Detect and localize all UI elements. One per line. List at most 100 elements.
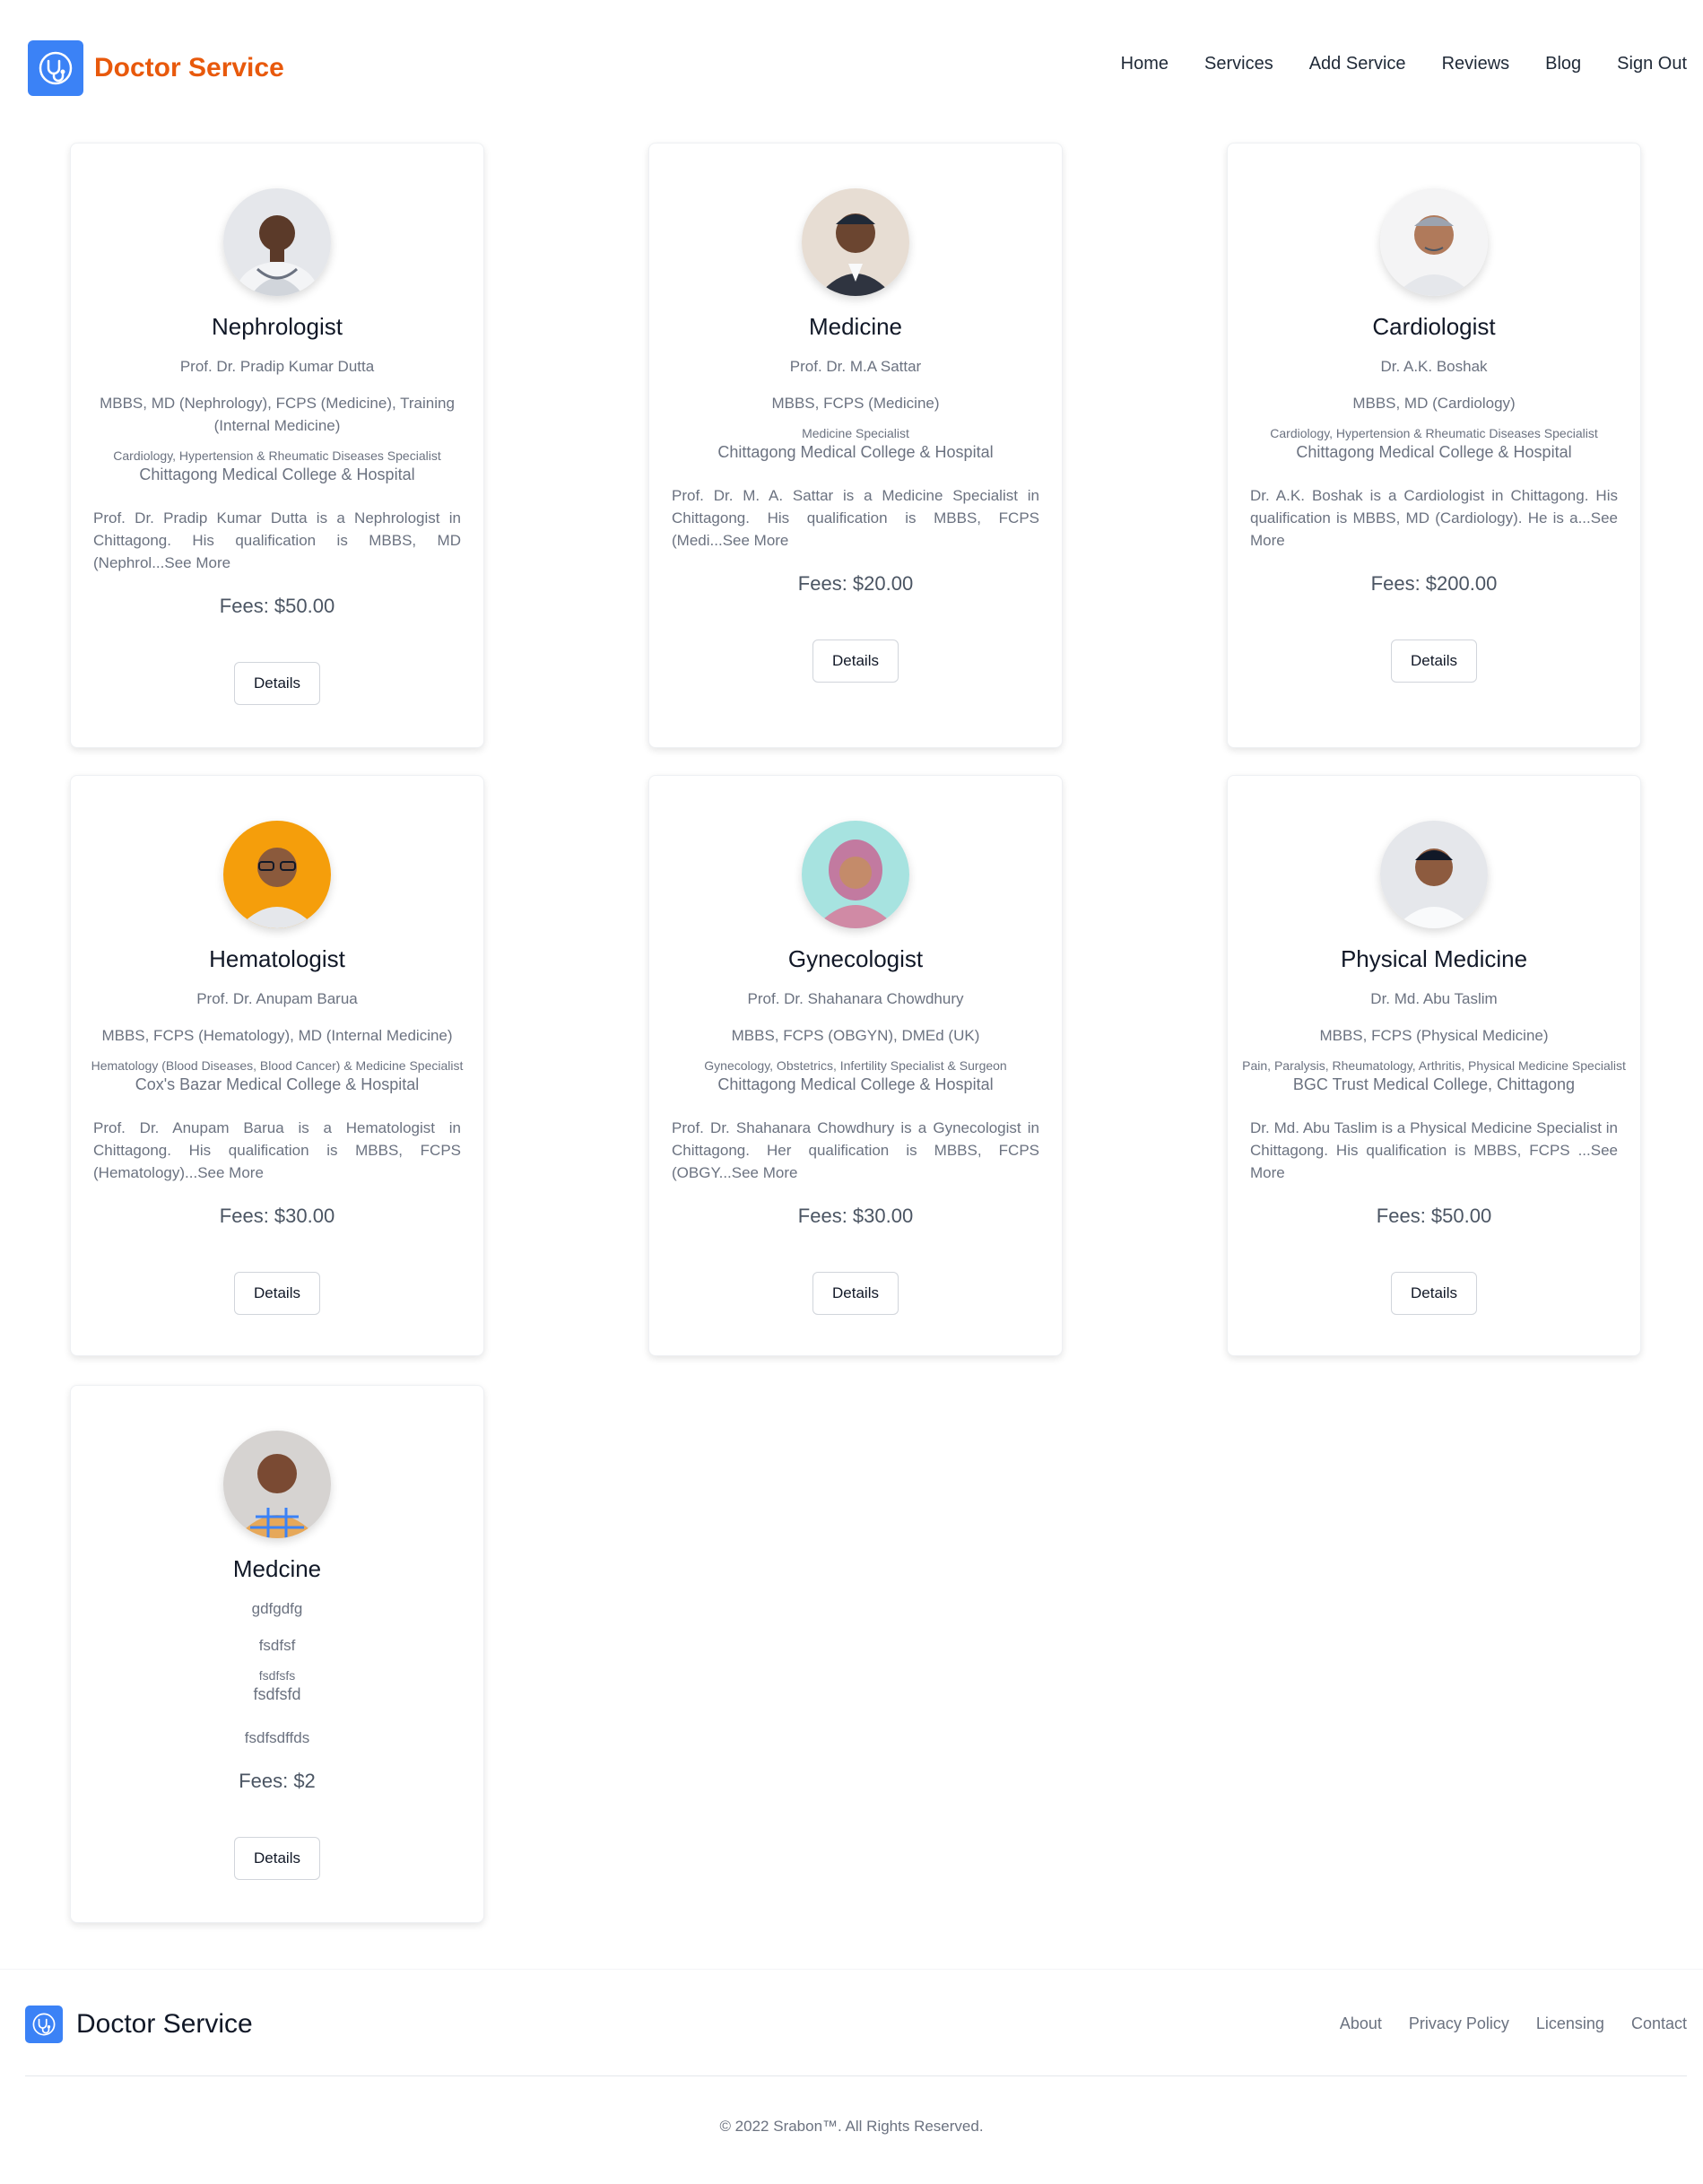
- nav-reviews[interactable]: Reviews: [1442, 54, 1510, 74]
- footer-link-contact[interactable]: Contact: [1631, 2014, 1687, 2033]
- fees: Fees: $50.00: [219, 595, 335, 617]
- stethoscope-logo-icon: [25, 2006, 63, 2043]
- card-title: Medcine: [232, 1555, 322, 1582]
- card-title: Cardiologist: [1372, 313, 1496, 340]
- doctor-avatar: [802, 188, 909, 296]
- doctor-degree: MBBS, FCPS (Medicine): [771, 395, 940, 412]
- doctor-name: Dr. Md. Abu Taslim: [1370, 990, 1498, 1007]
- see-more-link[interactable]: See More: [732, 1164, 798, 1181]
- description-text: Prof. Dr. Shahanara Chowdhury is a Gynec…: [672, 1119, 1039, 1181]
- doctor-degree: MBBS, MD (Nephrology), FCPS (Medicine), …: [100, 395, 455, 434]
- doctor-name: Prof. Dr. Pradip Kumar Dutta: [179, 358, 375, 375]
- see-more-link[interactable]: See More: [723, 532, 789, 549]
- footer-brand[interactable]: Doctor Service: [25, 2006, 253, 2043]
- doctor-specialty: Gynecology, Obstetrics, Infertility Spec…: [704, 1058, 1007, 1073]
- doctor-degree: MBBS, MD (Cardiology): [1352, 395, 1516, 412]
- see-more-link[interactable]: See More: [164, 554, 230, 571]
- doctor-specialty: fsdfsfs: [258, 1668, 296, 1683]
- service-card: Physical Medicine Dr. Md. Abu Taslim MBB…: [1227, 775, 1641, 1356]
- service-card: Nephrologist Prof. Dr. Pradip Kumar Dutt…: [70, 143, 484, 748]
- site-footer: Doctor Service About Privacy Policy Lice…: [0, 1969, 1703, 2184]
- nav-sign-out[interactable]: Sign Out: [1617, 54, 1687, 74]
- service-card: Hematologist Prof. Dr. Anupam Barua MBBS…: [70, 775, 484, 1356]
- hospital-name: Chittagong Medical College & Hospital: [139, 466, 415, 483]
- hospital-name: fsdfsfd: [253, 1685, 301, 1703]
- brand[interactable]: Doctor Service: [28, 40, 284, 96]
- fees: Fees: $30.00: [219, 1205, 335, 1227]
- doctor-avatar: [1380, 188, 1488, 296]
- hospital-name: Chittagong Medical College & Hospital: [717, 443, 994, 461]
- card-description: Dr. A.K. Boshak is a Cardiologist in Chi…: [1228, 484, 1640, 552]
- footer-link-about[interactable]: About: [1340, 2014, 1382, 2033]
- details-button[interactable]: Details: [234, 1837, 320, 1880]
- card-title: Medicine: [808, 313, 903, 340]
- service-card: Cardiologist Dr. A.K. Boshak MBBS, MD (C…: [1227, 143, 1641, 748]
- doctor-name: gdfgdfg: [251, 1600, 303, 1617]
- card-description: Prof. Dr. Pradip Kumar Dutta is a Nephro…: [71, 507, 483, 574]
- card-title: Gynecologist: [787, 945, 924, 972]
- card-title: Physical Medicine: [1340, 945, 1528, 972]
- fees: Fees: $200.00: [1370, 572, 1498, 595]
- description-text: fsdfsdffds: [244, 1729, 310, 1746]
- details-button[interactable]: Details: [1391, 640, 1477, 683]
- doctor-specialty: Cardiology, Hypertension & Rheumatic Dis…: [113, 448, 441, 463]
- hospital-name: Chittagong Medical College & Hospital: [717, 1075, 994, 1093]
- description-text: Dr. A.K. Boshak is a Cardiologist in Chi…: [1250, 487, 1618, 526]
- main-nav: Home Services Add Service Reviews Blog S…: [1121, 54, 1687, 74]
- doctor-avatar: [1380, 821, 1488, 928]
- card-title: Hematologist: [209, 945, 345, 972]
- card-description: Prof. Dr. M. A. Sattar is a Medicine Spe…: [649, 484, 1062, 552]
- doctor-avatar: [223, 188, 331, 296]
- footer-links: About Privacy Policy Licensing Contact: [1340, 2014, 1687, 2033]
- stethoscope-logo-icon: [28, 40, 83, 96]
- brand-name: Doctor Service: [94, 53, 284, 83]
- doctor-specialty: Cardiology, Hypertension & Rheumatic Dis…: [1270, 426, 1598, 440]
- site-header: Doctor Service Home Services Add Service…: [0, 0, 1703, 136]
- details-button[interactable]: Details: [234, 662, 320, 705]
- nav-blog[interactable]: Blog: [1545, 54, 1581, 74]
- doctor-degree: MBBS, FCPS (Hematology), MD (Internal Me…: [101, 1027, 453, 1044]
- doctor-specialty: Hematology (Blood Diseases, Blood Cancer…: [91, 1058, 464, 1073]
- doctor-name: Prof. Dr. M.A Sattar: [789, 358, 922, 375]
- fees: Fees: $50.00: [1376, 1205, 1492, 1227]
- footer-link-licensing[interactable]: Licensing: [1536, 2014, 1604, 2033]
- card-description: Prof. Dr. Anupam Barua is a Hematologist…: [71, 1117, 483, 1184]
- hospital-name: Cox's Bazar Medical College & Hospital: [135, 1075, 420, 1093]
- hospital-name: BGC Trust Medical College, Chittagong: [1292, 1075, 1576, 1093]
- description-text: Dr. Md. Abu Taslim is a Physical Medicin…: [1250, 1119, 1618, 1159]
- service-card: Medcine gdfgdfg fsdfsf fsdfsfs fsdfsfd f…: [70, 1385, 484, 1923]
- nav-home[interactable]: Home: [1121, 54, 1169, 74]
- fees: Fees: $20.00: [797, 572, 914, 595]
- fees: Fees: $2: [239, 1770, 316, 1792]
- doctor-degree: MBBS, FCPS (Physical Medicine): [1319, 1027, 1549, 1044]
- footer-link-privacy-policy[interactable]: Privacy Policy: [1409, 2014, 1509, 2033]
- nav-add-service[interactable]: Add Service: [1309, 54, 1406, 74]
- see-more-link[interactable]: See More: [197, 1164, 264, 1181]
- description-text: Prof. Dr. Anupam Barua is a Hematologist…: [93, 1119, 461, 1181]
- doctor-degree: fsdfsf: [258, 1637, 296, 1654]
- details-button[interactable]: Details: [234, 1272, 320, 1315]
- hospital-name: Chittagong Medical College & Hospital: [1296, 443, 1572, 461]
- doctor-name: Prof. Dr. Anupam Barua: [196, 990, 358, 1007]
- nav-services[interactable]: Services: [1204, 54, 1273, 74]
- fees: Fees: $30.00: [797, 1205, 914, 1227]
- doctor-name: Dr. A.K. Boshak: [1380, 358, 1488, 375]
- card-description: fsdfsdffds: [71, 1727, 483, 1749]
- doctor-degree: MBBS, FCPS (OBGYN), DMEd (UK): [731, 1027, 980, 1044]
- copyright: © 2022 Srabon™. All Rights Reserved.: [719, 2118, 984, 2135]
- card-description: Prof. Dr. Shahanara Chowdhury is a Gynec…: [649, 1117, 1062, 1184]
- doctor-specialty: Medicine Specialist: [802, 426, 909, 440]
- doctor-specialty: Pain, Paralysis, Rheumatology, Arthritis…: [1242, 1058, 1626, 1073]
- doctor-avatar: [223, 821, 331, 928]
- doctor-avatar: [223, 1431, 331, 1538]
- footer-brand-name: Doctor Service: [76, 2009, 253, 2039]
- details-button[interactable]: Details: [812, 640, 899, 683]
- details-button[interactable]: Details: [1391, 1272, 1477, 1315]
- details-button[interactable]: Details: [812, 1272, 899, 1315]
- footer-divider: [25, 2075, 1687, 2076]
- card-description: Dr. Md. Abu Taslim is a Physical Medicin…: [1228, 1117, 1640, 1184]
- card-title: Nephrologist: [212, 313, 343, 340]
- service-card: Gynecologist Prof. Dr. Shahanara Chowdhu…: [648, 775, 1063, 1356]
- description-text: Prof. Dr. Pradip Kumar Dutta is a Nephro…: [93, 509, 461, 571]
- service-card: Medicine Prof. Dr. M.A Sattar MBBS, FCPS…: [648, 143, 1063, 748]
